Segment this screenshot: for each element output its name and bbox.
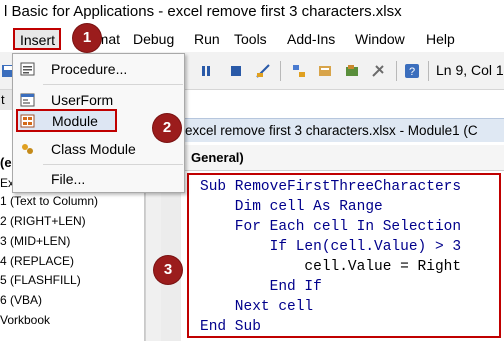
userform-icon <box>20 93 35 107</box>
tree-item-sheet3[interactable]: 3 (MID+LEN) <box>0 234 70 248</box>
class-module-icon <box>22 144 33 154</box>
tree-item-sheet4[interactable]: 4 (REPLACE) <box>0 254 74 268</box>
menu-item-file[interactable]: File... <box>13 166 184 192</box>
step-badge-1: 1 <box>73 24 101 52</box>
menu-item-label: Procedure... <box>51 61 128 77</box>
step-badge-2: 2 <box>153 114 181 142</box>
menu-debug[interactable]: Debug <box>133 31 174 47</box>
menu-help[interactable]: Help <box>426 31 455 47</box>
menu-item-module[interactable]: Module <box>16 109 117 132</box>
window-title: l Basic for Applications - excel remove … <box>4 3 402 20</box>
title-bar: l Basic for Applications - excel remove … <box>0 0 504 26</box>
menu-separator <box>43 164 183 165</box>
menu-add-ins[interactable]: Add-Ins <box>287 31 335 47</box>
design-mode-icon[interactable] <box>255 63 271 79</box>
menu-item-procedure[interactable]: Procedure... <box>13 56 184 82</box>
toolbar-separator <box>428 61 429 81</box>
properties-icon[interactable] <box>317 63 333 79</box>
menu-run[interactable]: Run <box>194 31 220 47</box>
tree-item[interactable]: (e <box>0 155 12 170</box>
svg-text:?: ? <box>409 66 415 78</box>
line-column-indicator: Ln 9, Col 1 <box>436 62 504 78</box>
module-icon <box>20 114 35 128</box>
object-browser-icon[interactable] <box>344 63 360 79</box>
toolbar-separator <box>280 61 281 81</box>
menu-item-label: File... <box>51 171 86 187</box>
menu-tools[interactable]: Tools <box>234 31 267 47</box>
code-highlight-box <box>187 173 501 338</box>
step-badge-3: 3 <box>154 256 182 284</box>
procedure-icon <box>20 62 35 76</box>
tree-item-workbook[interactable]: Vorkbook <box>0 313 50 327</box>
toolbox-icon[interactable] <box>370 63 386 79</box>
menu-item-label: Class Module <box>51 141 136 157</box>
code-window-title-bar: excel remove first 3 characters.xlsx - M… <box>161 118 504 142</box>
toolbar-separator <box>396 61 397 81</box>
tree-item-sheet1[interactable]: 1 (Text to Column) <box>0 194 98 208</box>
object-combo-bar: General) <box>161 145 504 171</box>
project-explorer-icon[interactable] <box>291 63 307 79</box>
tree-item-sheet6[interactable]: 6 (VBA) <box>0 293 42 307</box>
tree-item-sheet5[interactable]: 5 (FLASHFILL) <box>0 273 81 287</box>
pause-icon[interactable] <box>198 63 214 79</box>
menu-item-label: UserForm <box>51 92 114 108</box>
code-window-title: excel remove first 3 characters.xlsx - M… <box>185 123 478 138</box>
menu-insert[interactable]: Insert <box>13 28 61 50</box>
project-pane-header-label: t <box>1 92 5 107</box>
tree-item-sheet2[interactable]: 2 (RIGHT+LEN) <box>0 214 86 228</box>
help-icon[interactable]: ? <box>404 63 420 79</box>
stop-icon[interactable] <box>228 63 244 79</box>
menu-item-label: Module <box>52 113 98 129</box>
menu-separator <box>43 84 183 85</box>
menu-window[interactable]: Window <box>355 31 405 47</box>
object-combo[interactable]: General) <box>191 150 244 165</box>
menu-item-class-module[interactable]: Class Module <box>13 136 184 162</box>
